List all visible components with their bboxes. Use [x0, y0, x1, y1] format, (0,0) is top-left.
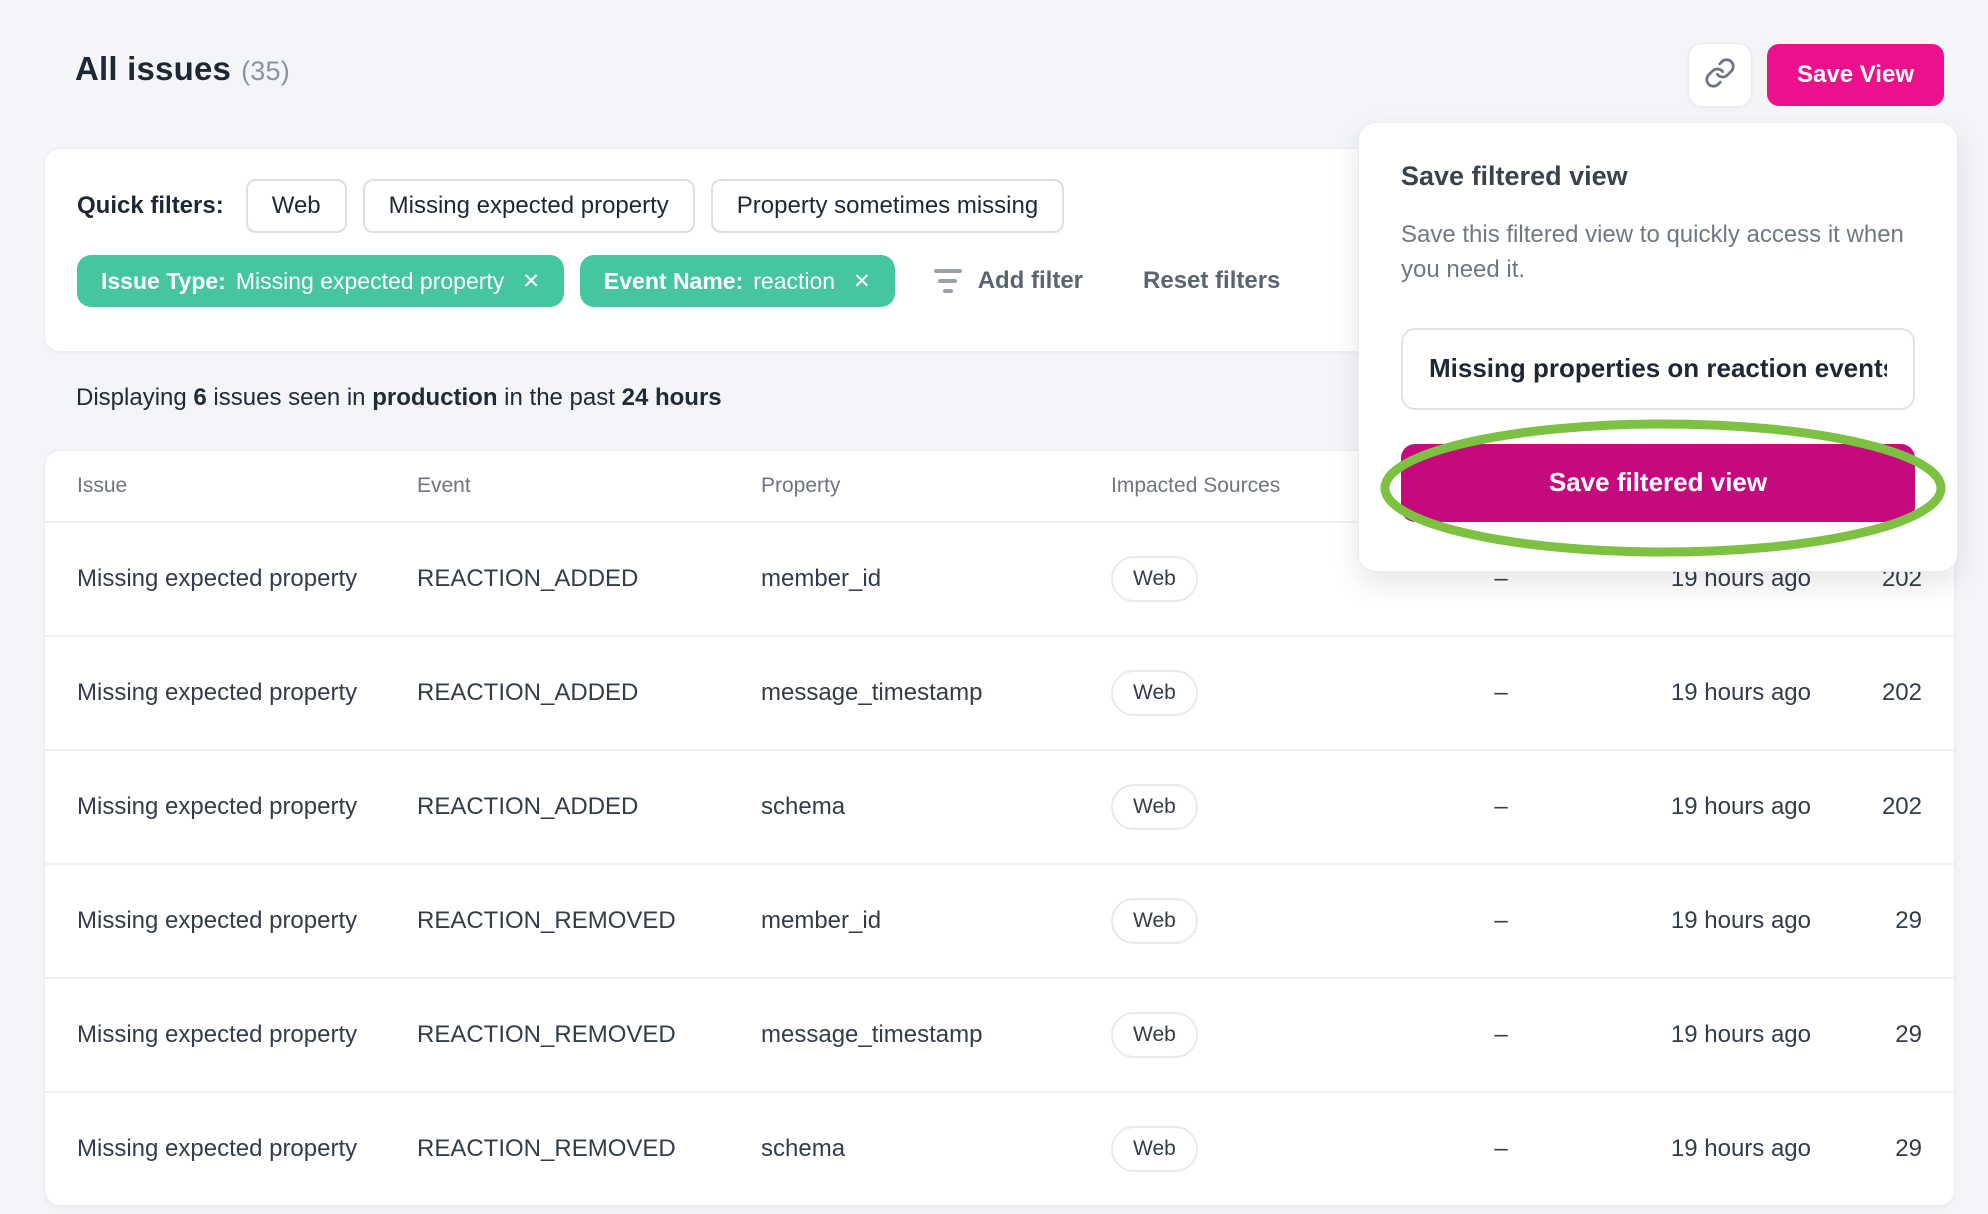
event-cell: REACTION_ADDED: [417, 565, 761, 593]
page-title-text: All issues: [75, 50, 231, 87]
source-badge: Web: [1111, 1126, 1198, 1172]
filter-chip-value: Missing expected property: [236, 268, 504, 295]
filter-chip-label: Event Name:: [604, 268, 743, 295]
impacted-sources-cell: Web: [1111, 784, 1441, 830]
issue-cell: Missing expected property: [77, 565, 417, 593]
add-filter-label: Add filter: [978, 267, 1083, 295]
active-filters-row: Issue Type: Missing expected property ✕ …: [77, 255, 1280, 307]
event-cell: REACTION_REMOVED: [417, 1135, 761, 1163]
save-view-button[interactable]: Save View: [1767, 44, 1944, 106]
first-seen-cell: –: [1441, 1021, 1561, 1049]
source-badge: Web: [1111, 556, 1198, 602]
table-row[interactable]: Missing expected property REACTION_ADDED…: [45, 749, 1954, 863]
table-row[interactable]: Missing expected property REACTION_REMOV…: [45, 1091, 1954, 1205]
issue-count-badge: (35): [241, 56, 290, 86]
property-cell: member_id: [761, 565, 1111, 593]
remove-filter-icon[interactable]: ✕: [853, 271, 871, 292]
link-icon: [1704, 57, 1736, 94]
table-row[interactable]: Missing expected property REACTION_REMOV…: [45, 977, 1954, 1091]
property-cell: schema: [761, 1135, 1111, 1163]
source-badge: Web: [1111, 784, 1198, 830]
filter-chip-label: Issue Type:: [101, 268, 226, 295]
event-count-cell: 202: [1811, 793, 1922, 821]
quick-filter-missing-expected-property[interactable]: Missing expected property: [363, 179, 695, 233]
save-filtered-view-button[interactable]: Save filtered view: [1401, 444, 1915, 522]
last-seen-cell: 19 hours ago: [1561, 1135, 1811, 1163]
add-filter-button[interactable]: Add filter: [933, 267, 1083, 295]
remove-filter-icon[interactable]: ✕: [522, 271, 540, 292]
impacted-sources-cell: Web: [1111, 670, 1441, 716]
impacted-sources-cell: Web: [1111, 1012, 1441, 1058]
save-filtered-view-popover: Save filtered view Save this filtered vi…: [1358, 122, 1958, 572]
event-cell: REACTION_ADDED: [417, 679, 761, 707]
source-badge: Web: [1111, 670, 1198, 716]
summary-count: 6: [193, 384, 206, 411]
filter-lines-icon: [933, 269, 963, 293]
event-count-cell: 29: [1811, 1135, 1922, 1163]
impacted-sources-cell: Web: [1111, 898, 1441, 944]
popover-title: Save filtered view: [1401, 161, 1915, 192]
first-seen-cell: –: [1441, 793, 1561, 821]
view-name-input[interactable]: [1401, 328, 1915, 410]
filter-chip-value: reaction: [753, 268, 835, 295]
issue-cell: Missing expected property: [77, 907, 417, 935]
column-header-event: Event: [417, 474, 761, 498]
property-cell: message_timestamp: [761, 1021, 1111, 1049]
table-row[interactable]: Missing expected property REACTION_ADDED…: [45, 635, 1954, 749]
first-seen-cell: –: [1441, 679, 1561, 707]
event-count-cell: 202: [1811, 679, 1922, 707]
quick-filter-web[interactable]: Web: [246, 179, 347, 233]
source-badge: Web: [1111, 1012, 1198, 1058]
column-header-issue: Issue: [77, 474, 417, 498]
quick-filter-property-sometimes-missing[interactable]: Property sometimes missing: [711, 179, 1064, 233]
summary-environment: production: [372, 384, 497, 411]
table-row[interactable]: Missing expected property REACTION_REMOV…: [45, 863, 1954, 977]
popover-description: Save this filtered view to quickly acces…: [1401, 218, 1913, 288]
table-body: Missing expected property REACTION_ADDED…: [45, 521, 1954, 1205]
reset-filters-button[interactable]: Reset filters: [1143, 267, 1280, 295]
issue-cell: Missing expected property: [77, 679, 417, 707]
property-cell: message_timestamp: [761, 679, 1111, 707]
event-cell: REACTION_ADDED: [417, 793, 761, 821]
summary-time-range: 24 hours: [622, 384, 722, 411]
results-summary: Displaying 6 issues seen in production i…: [76, 384, 722, 412]
header-actions: Save View: [1688, 44, 1944, 106]
issue-cell: Missing expected property: [77, 1021, 417, 1049]
filter-chip-event-name[interactable]: Event Name: reaction ✕: [580, 255, 895, 307]
issue-cell: Missing expected property: [77, 793, 417, 821]
event-count-cell: 29: [1811, 1021, 1922, 1049]
source-badge: Web: [1111, 898, 1198, 944]
quick-filters-row: Quick filters: Web Missing expected prop…: [77, 179, 1064, 233]
first-seen-cell: –: [1441, 1135, 1561, 1163]
issues-page: All issues (35) Save View Quick filters: …: [0, 0, 1988, 1214]
copy-link-button[interactable]: [1688, 43, 1752, 107]
issue-cell: Missing expected property: [77, 1135, 417, 1163]
last-seen-cell: 19 hours ago: [1561, 679, 1811, 707]
last-seen-cell: 19 hours ago: [1561, 907, 1811, 935]
last-seen-cell: 19 hours ago: [1561, 793, 1811, 821]
column-header-property: Property: [761, 474, 1111, 498]
event-cell: REACTION_REMOVED: [417, 907, 761, 935]
property-cell: member_id: [761, 907, 1111, 935]
first-seen-cell: –: [1441, 907, 1561, 935]
impacted-sources-cell: Web: [1111, 1126, 1441, 1172]
page-title: All issues (35): [75, 50, 290, 88]
event-cell: REACTION_REMOVED: [417, 1021, 761, 1049]
event-count-cell: 29: [1811, 907, 1922, 935]
property-cell: schema: [761, 793, 1111, 821]
quick-filters-label: Quick filters:: [77, 192, 224, 220]
last-seen-cell: 19 hours ago: [1561, 1021, 1811, 1049]
filter-chip-issue-type[interactable]: Issue Type: Missing expected property ✕: [77, 255, 564, 307]
